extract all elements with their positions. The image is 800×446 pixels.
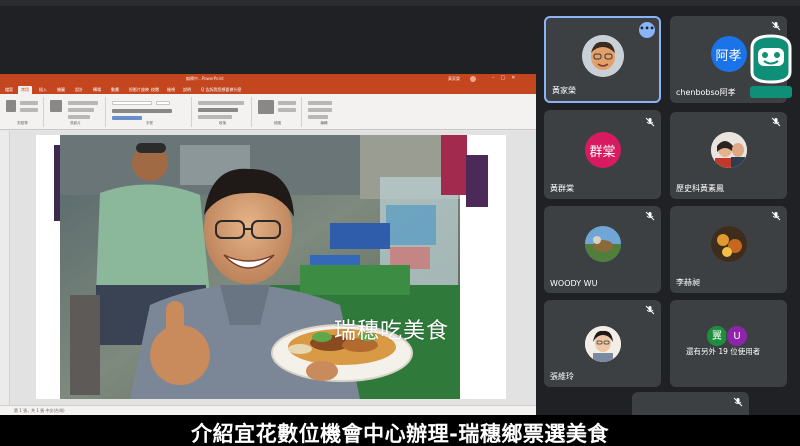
tab-animations[interactable]: 動畫 <box>108 86 122 94</box>
participant-photo-avatar <box>710 132 747 168</box>
mic-muted-icon <box>645 117 655 127</box>
participant-name: WOODY WU <box>550 279 598 288</box>
participant-name: 李赫昶 <box>676 278 700 287</box>
slide-decor-magenta <box>441 135 467 195</box>
slide-decor-purple <box>466 155 488 207</box>
ppt-window-title: 編輯中...PowerPoint <box>186 76 224 81</box>
cartoon-avatar-icon <box>581 35 624 77</box>
subtitle-text: 介紹宜花數位機會中心辦理-瑞穗鄉票選美食 <box>191 422 609 446</box>
ppt-status-text: 第 1 張，共 1 張 中文(台灣) <box>14 408 65 413</box>
tab-review[interactable]: 校閱 <box>148 86 162 94</box>
ppt-user-avatar <box>470 76 476 82</box>
tab-design[interactable]: 設計 <box>72 86 86 94</box>
ribbon-group-clipboard: 剪貼簿 <box>2 97 44 127</box>
ppt-titlebar: 編輯中...PowerPoint 黃家榮 –□✕ <box>0 74 536 84</box>
participant-tile[interactable]: WOODY WU <box>544 206 661 293</box>
ppt-status-bar: 第 1 張，共 1 張 中文(台灣) <box>0 405 536 415</box>
channel-logo-icon <box>750 34 792 98</box>
tell-me-search[interactable]: Q 告訴我您想要做什麼 <box>198 86 244 94</box>
slide-caption: 瑞穗吃美食 <box>334 319 450 344</box>
others-avatar: 翼 <box>706 325 728 347</box>
others-tile[interactable]: 翼 U 還有另外 19 位使用者 <box>670 300 787 387</box>
slide-photo <box>60 135 460 399</box>
participant-photo-avatar <box>584 326 621 362</box>
tab-draw[interactable]: 繪圖 <box>54 86 68 94</box>
participant-name: 張維玲 <box>550 372 574 381</box>
mic-muted-icon <box>645 211 655 221</box>
participant-tile[interactable]: 歷史科黃素鳳 <box>670 112 787 199</box>
participant-photo-avatar <box>584 226 621 262</box>
meeting-stage: 編輯中...PowerPoint 黃家榮 –□✕ 檔案 常用 插入 繪圖 設計 … <box>0 0 800 415</box>
more-options-icon[interactable]: ••• <box>639 22 655 38</box>
participant-name: 黃家榮 <box>552 86 576 95</box>
shared-screen-powerpoint[interactable]: 編輯中...PowerPoint 黃家榮 –□✕ 檔案 常用 插入 繪圖 設計 … <box>0 74 536 415</box>
ribbon-group-drawing: 繪圖 <box>254 97 302 127</box>
ribbon-group-paragraph: 段落 <box>194 97 252 127</box>
mic-muted-icon <box>733 397 743 407</box>
participant-name: chenbobso阿孝 <box>676 88 736 97</box>
subtitle-bar: 介紹宜花數位機會中心辦理-瑞穗鄉票選美食 <box>0 415 800 446</box>
participant-avatar: 群棠 <box>584 132 621 168</box>
ribbon-group-editing: 編輯 <box>304 97 344 127</box>
participant-tile[interactable]: 李赫昶 <box>670 206 787 293</box>
tab-transitions[interactable]: 轉場 <box>90 86 104 94</box>
ppt-user-name: 黃家榮 <box>448 76 460 81</box>
others-count-label: 還有另外 19 位使用者 <box>686 347 761 356</box>
participant-photo-avatar <box>710 226 747 262</box>
tab-help[interactable]: 說明 <box>180 86 194 94</box>
ppt-ribbon-tabs: 檔案 常用 插入 繪圖 設計 轉場 動畫 投影片放映 校閱 檢視 說明 Q 告訴… <box>0 84 536 94</box>
tab-view[interactable]: 檢視 <box>164 86 178 94</box>
mic-muted-icon <box>771 211 781 221</box>
mic-muted-icon <box>771 117 781 127</box>
participant-avatar: 阿孝 <box>710 36 747 72</box>
ribbon-group-font: 字型 <box>108 97 192 127</box>
mic-muted-icon <box>645 305 655 315</box>
slide-editing-canvas: 瑞穗吃美食 <box>10 131 536 405</box>
tab-file[interactable]: 檔案 <box>2 86 16 94</box>
participant-tile-partial[interactable] <box>632 392 749 415</box>
tab-insert[interactable]: 插入 <box>36 86 50 94</box>
tab-home[interactable]: 常用 <box>18 86 32 94</box>
others-avatar: U <box>726 325 748 347</box>
participant-name: 歷史科黃素鳳 <box>676 184 724 193</box>
participant-tile-speaker[interactable]: ••• 黃家榮 <box>544 16 661 103</box>
participant-name: 黃群棠 <box>550 184 574 193</box>
slide[interactable]: 瑞穗吃美食 <box>36 135 506 399</box>
ppt-ribbon: 剪貼簿 投影片 字型 段落 繪圖 編輯 <box>0 94 536 130</box>
ribbon-group-slides: 投影片 <box>46 97 106 127</box>
top-strip <box>0 0 800 6</box>
window-controls-icon[interactable]: –□✕ <box>492 75 521 81</box>
food-photo-illustration <box>60 135 460 399</box>
participant-tile[interactable]: 張維玲 <box>544 300 661 387</box>
slide-thumbnail-pane[interactable] <box>0 131 10 405</box>
participant-tile[interactable]: 群棠 黃群棠 <box>544 112 661 199</box>
